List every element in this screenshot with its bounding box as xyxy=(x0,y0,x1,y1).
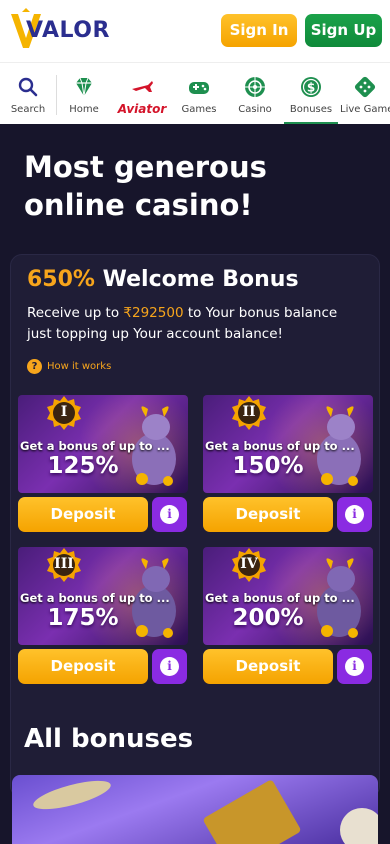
svg-text:$: $ xyxy=(307,81,315,95)
bonus-card-text: Get a bonus of up to ... xyxy=(205,591,355,605)
nav-casino[interactable]: Casino xyxy=(230,63,280,125)
plane-icon xyxy=(132,81,153,92)
tier-badge: I xyxy=(46,395,82,431)
info-icon: i xyxy=(160,505,179,524)
nav-label: Search xyxy=(10,104,46,115)
bonus-card-text: Get a bonus of up to ... xyxy=(20,439,170,453)
info-button[interactable]: i xyxy=(152,497,187,532)
info-button[interactable]: i xyxy=(337,649,372,684)
welcome-bonus-percent: 650% xyxy=(27,267,95,292)
bonus-card-image[interactable]: I Get a bonus of up to ... 125% xyxy=(18,395,188,493)
tier-badge: IV xyxy=(231,547,267,583)
nav-games[interactable]: Games xyxy=(176,63,222,125)
bonus-amount: ₹292500 xyxy=(123,305,184,321)
page-title: Most generous online casino! xyxy=(24,150,267,222)
nav-search[interactable]: Search xyxy=(0,63,56,125)
nav-label: Bonuses xyxy=(289,104,333,115)
desc-before: Receive up to xyxy=(27,305,124,321)
bonus-card-1: I Get a bonus of up to ... 125% Deposit … xyxy=(18,395,188,535)
tier-numeral: IV xyxy=(240,556,258,572)
info-button[interactable]: i xyxy=(337,497,372,532)
bonus-card-image[interactable]: II Get a bonus of up to ... 150% xyxy=(203,395,373,493)
how-it-works-link[interactable]: ? How it works xyxy=(27,359,111,375)
category-nav: Search Home Aviator Games Casino $ Bonus… xyxy=(0,62,390,125)
how-it-works-label: How it works xyxy=(47,361,112,372)
deposit-button[interactable]: Deposit xyxy=(203,497,333,532)
nav-label: Aviator xyxy=(117,102,167,116)
tier-numeral: II xyxy=(242,404,256,420)
bonus-card-text: Get a bonus of up to ... xyxy=(20,591,170,605)
nav-home[interactable]: Home xyxy=(60,63,108,125)
promo-banner-image[interactable] xyxy=(12,775,378,844)
welcome-bonus-description: Receive up to ₹292500 to Your bonus bala… xyxy=(27,303,357,345)
nav-aviator[interactable]: Aviator xyxy=(114,63,170,125)
nav-bonuses[interactable]: $ Bonuses xyxy=(284,63,338,125)
bonus-card-image[interactable]: III Get a bonus of up to ... 175% xyxy=(18,547,188,645)
tier-numeral: I xyxy=(60,404,68,420)
nav-label: Home xyxy=(69,104,99,115)
bonus-card-percent: 150% xyxy=(232,453,304,479)
main-content: Most generous online casino! 650% Welcom… xyxy=(0,124,390,844)
deposit-button[interactable]: Deposit xyxy=(203,649,333,684)
logo-text: VALOR xyxy=(26,18,110,43)
bonus-card-percent: 125% xyxy=(47,453,119,479)
nav-label: Casino xyxy=(238,104,272,115)
deposit-button[interactable]: Deposit xyxy=(18,649,148,684)
info-icon: i xyxy=(345,505,364,524)
bonus-card-4: IV Get a bonus of up to ... 200% Deposit… xyxy=(203,547,373,687)
bonus-card-percent: 175% xyxy=(47,605,119,631)
bonus-card-3: III Get a bonus of up to ... 175% Deposi… xyxy=(18,547,188,687)
dice-icon xyxy=(354,76,376,98)
tier-badge: III xyxy=(46,547,82,583)
welcome-bonus-title: 650% Welcome Bonus xyxy=(27,267,299,292)
sign-in-button[interactable]: Sign In xyxy=(221,14,297,47)
info-icon: i xyxy=(345,657,364,676)
info-button[interactable]: i xyxy=(152,649,187,684)
nav-divider xyxy=(56,75,57,115)
header: VALOR Sign In Sign Up xyxy=(0,0,390,62)
nav-live-games[interactable]: Live Games xyxy=(340,63,390,125)
nav-label: Games xyxy=(181,104,217,115)
dollar-coin-icon: $ xyxy=(301,77,321,97)
deposit-button[interactable]: Deposit xyxy=(18,497,148,532)
diamond-icon xyxy=(76,77,92,97)
welcome-bonus-panel: 650% Welcome Bonus Receive up to ₹292500… xyxy=(10,254,380,798)
gamepad-icon xyxy=(189,82,209,94)
tier-numeral: III xyxy=(54,556,74,572)
info-icon: i xyxy=(160,657,179,676)
tier-badge: II xyxy=(231,395,267,431)
bonus-card-image[interactable]: IV Get a bonus of up to ... 200% xyxy=(203,547,373,645)
bonus-card-text: Get a bonus of up to ... xyxy=(205,439,355,453)
nav-label: Live Games xyxy=(340,104,390,115)
bonus-card-percent: 200% xyxy=(232,605,304,631)
roulette-icon xyxy=(245,77,265,97)
all-bonuses-heading: All bonuses xyxy=(24,724,194,754)
question-icon: ? xyxy=(27,359,42,374)
search-icon xyxy=(18,77,38,97)
welcome-bonus-label: Welcome Bonus xyxy=(94,267,299,292)
bonus-card-2: II Get a bonus of up to ... 150% Deposit… xyxy=(203,395,373,535)
sign-up-button[interactable]: Sign Up xyxy=(305,14,382,47)
